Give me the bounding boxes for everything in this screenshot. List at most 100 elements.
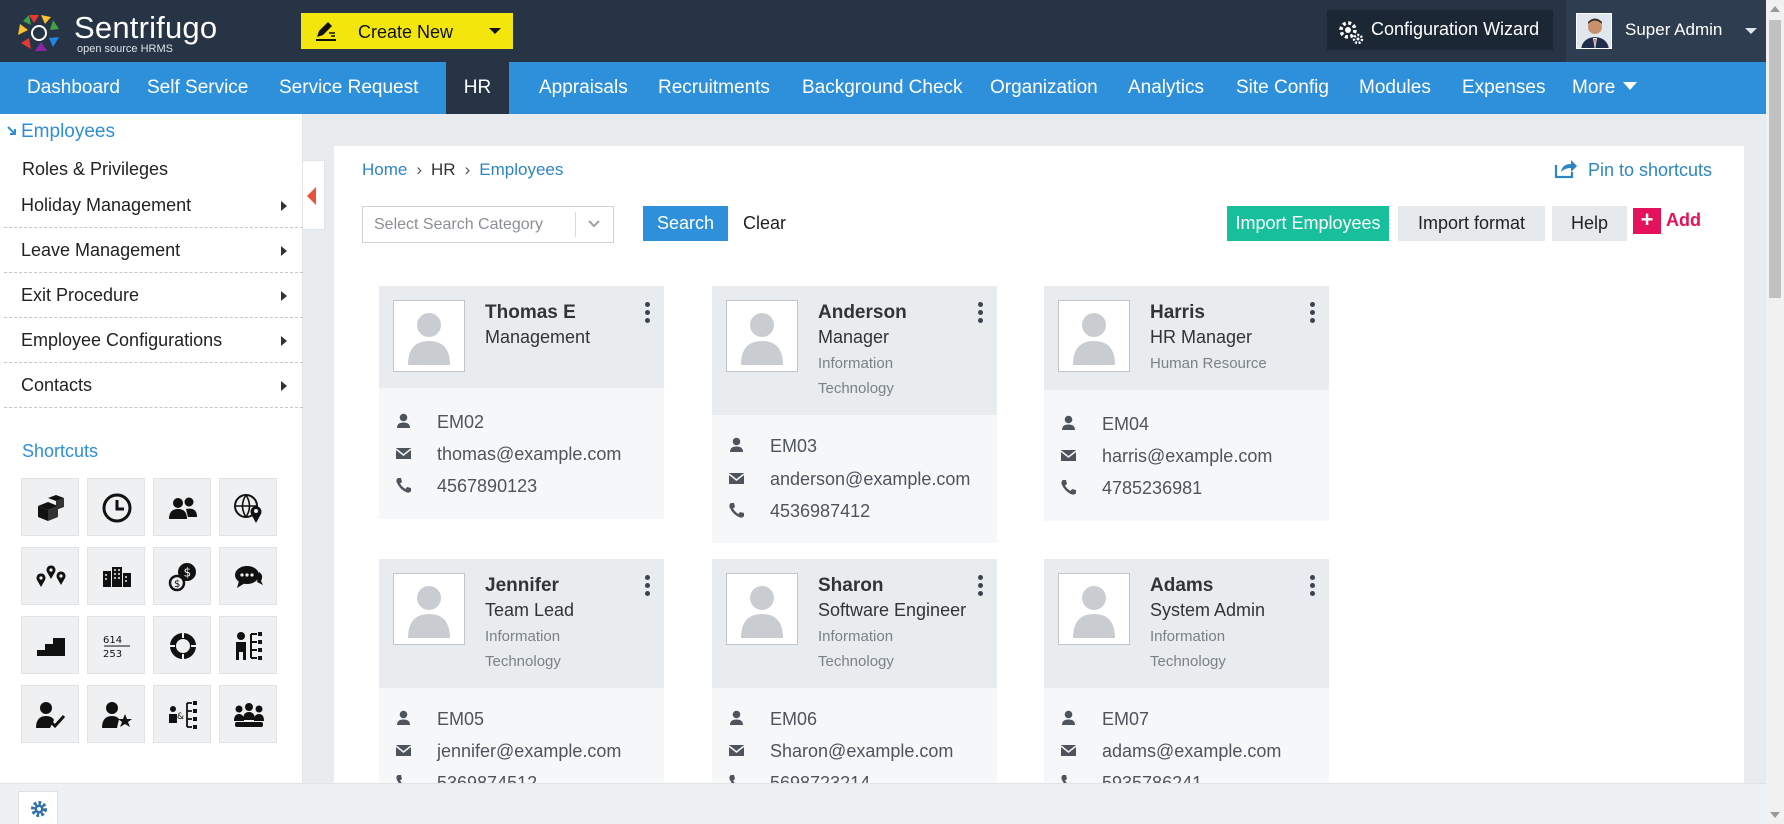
breadcrumb-home[interactable]: Home bbox=[362, 160, 407, 179]
employee-name[interactable]: Harris bbox=[1150, 302, 1205, 324]
card-menu-icon[interactable] bbox=[1310, 302, 1316, 324]
sidebar-item-roles-privileges[interactable]: Roles & Privileges bbox=[22, 159, 168, 180]
envelope-icon bbox=[395, 448, 412, 459]
employee-card[interactable]: Harris HR Manager Human Resource EM04 ha… bbox=[1044, 286, 1329, 521]
shortcut-locations[interactable] bbox=[219, 478, 277, 536]
create-new-button[interactable]: Create New bbox=[301, 13, 513, 49]
breadcrumb-employees[interactable]: Employees bbox=[479, 160, 563, 179]
shortcut-sites[interactable] bbox=[21, 547, 79, 605]
card-header: Thomas E Management bbox=[379, 286, 664, 388]
employee-name[interactable]: Sharon bbox=[818, 575, 883, 597]
help-button[interactable]: Help bbox=[1552, 206, 1627, 241]
nav-dashboard[interactable]: Dashboard bbox=[27, 62, 120, 114]
configuration-wizard-button[interactable]: Configuration Wizard bbox=[1327, 10, 1553, 50]
nav-appraisals[interactable]: Appraisals bbox=[539, 62, 628, 114]
user-icon bbox=[397, 710, 410, 725]
import-employees-button[interactable]: Import Employees bbox=[1227, 206, 1389, 241]
nav-recruitments[interactable]: Recruitments bbox=[658, 62, 770, 114]
search-category-select[interactable]: Select Search Category bbox=[362, 206, 614, 243]
shortcut-approvals[interactable] bbox=[21, 685, 79, 743]
employee-id: EM04 bbox=[1102, 414, 1150, 434]
nav-analytics[interactable]: Analytics bbox=[1128, 62, 1204, 114]
employee-email[interactable]: thomas@example.com bbox=[437, 444, 621, 465]
card-menu-icon[interactable] bbox=[645, 575, 651, 597]
employee-name[interactable]: Anderson bbox=[818, 302, 907, 324]
user-star-icon bbox=[102, 702, 132, 728]
nav-more[interactable]: More bbox=[1572, 62, 1615, 114]
employee-card[interactable]: Anderson Manager Information Technology … bbox=[712, 286, 997, 543]
avatar bbox=[1576, 13, 1612, 49]
sidebar-collapse-toggle[interactable] bbox=[303, 160, 325, 230]
employee-department: Information Technology bbox=[818, 355, 894, 397]
import-format-button[interactable]: Import format bbox=[1398, 206, 1545, 241]
sidebar-item-contacts[interactable]: Contacts bbox=[4, 363, 303, 408]
clear-button[interactable]: Clear bbox=[743, 206, 786, 241]
nav-service-request[interactable]: Service Request bbox=[279, 62, 418, 114]
pin-to-shortcuts-label: Pin to shortcuts bbox=[1588, 160, 1713, 180]
nav-organization[interactable]: Organization bbox=[990, 62, 1098, 114]
arrow-down-right-icon bbox=[7, 126, 16, 135]
card-menu-icon[interactable] bbox=[978, 302, 984, 324]
shortcut-targets[interactable] bbox=[153, 616, 211, 674]
shortcut-levels[interactable] bbox=[21, 616, 79, 674]
shortcut-packages[interactable] bbox=[21, 478, 79, 536]
nav-site-config[interactable]: Site Config bbox=[1236, 62, 1329, 114]
employee-card[interactable]: Thomas E Management EM02 thomas@example.… bbox=[379, 286, 664, 519]
card-menu-icon[interactable] bbox=[978, 575, 984, 597]
nav-self-service[interactable]: Self Service bbox=[147, 62, 248, 114]
search-category-placeholder: Select Search Category bbox=[374, 216, 543, 233]
employee-email[interactable]: Sharon@example.com bbox=[770, 741, 953, 762]
sidebar-item-holiday-management[interactable]: Holiday Management bbox=[4, 183, 303, 228]
breadcrumb-hr[interactable]: HR bbox=[431, 160, 456, 179]
shortcut-expenses[interactable]: $ $ bbox=[153, 547, 211, 605]
employee-id: EM06 bbox=[770, 709, 818, 729]
employee-email[interactable]: adams@example.com bbox=[1102, 741, 1281, 762]
envelope-icon bbox=[1060, 745, 1077, 756]
search-button[interactable]: Search bbox=[643, 206, 728, 241]
employee-email[interactable]: harris@example.com bbox=[1102, 446, 1272, 467]
shortcut-hierarchy[interactable]: & bbox=[153, 685, 211, 743]
brand-logo[interactable]: Sentrifugo open source HRMS bbox=[15, 10, 245, 56]
shortcut-org-chart[interactable] bbox=[219, 616, 277, 674]
sidebar-item-employees[interactable]: Employees bbox=[7, 121, 115, 143]
envelope-icon bbox=[1060, 450, 1077, 461]
nav-expenses[interactable]: Expenses bbox=[1462, 62, 1545, 114]
sidebar-item-leave-management[interactable]: Leave Management bbox=[4, 228, 303, 273]
scroll-down-arrow-icon[interactable] bbox=[1770, 812, 1780, 818]
settings-button[interactable] bbox=[18, 791, 58, 824]
card-header: Sharon Software Engineer Information Tec… bbox=[712, 559, 997, 688]
nav-modules[interactable]: Modules bbox=[1359, 62, 1431, 114]
scrollbar-thumb[interactable] bbox=[1769, 20, 1781, 298]
employee-name[interactable]: Thomas E bbox=[485, 302, 576, 324]
employee-role: Manager bbox=[818, 327, 890, 347]
shortcut-performance[interactable] bbox=[87, 685, 145, 743]
configuration-wizard-label: Configuration Wizard bbox=[1371, 19, 1540, 39]
employee-email[interactable]: jennifer@example.com bbox=[437, 741, 621, 762]
user-icon bbox=[1062, 415, 1075, 430]
shortcut-feedback[interactable] bbox=[219, 547, 277, 605]
scroll-up-arrow-icon[interactable] bbox=[1770, 6, 1780, 12]
sidebar-item-exit-procedure[interactable]: Exit Procedure bbox=[4, 273, 303, 318]
chat-bubbles-icon bbox=[235, 566, 263, 588]
user-menu[interactable]: Super Admin bbox=[1566, 0, 1766, 62]
team-icon bbox=[234, 703, 264, 727]
shortcut-teams[interactable] bbox=[219, 685, 277, 743]
svg-text:$: $ bbox=[184, 566, 192, 580]
card-menu-icon[interactable] bbox=[645, 302, 651, 324]
employee-role: System Admin bbox=[1150, 600, 1266, 620]
nav-hr[interactable]: HR bbox=[446, 62, 509, 114]
employee-email[interactable]: anderson@example.com bbox=[770, 469, 970, 490]
user-name: Super Admin bbox=[1625, 20, 1723, 39]
shortcut-numbers[interactable]: 614 253 bbox=[87, 616, 145, 674]
employee-name[interactable]: Jennifer bbox=[485, 575, 559, 597]
shortcut-business-units[interactable] bbox=[87, 547, 145, 605]
svg-text:614: 614 bbox=[103, 635, 122, 646]
card-menu-icon[interactable] bbox=[1310, 575, 1316, 597]
vertical-scrollbar[interactable] bbox=[1766, 0, 1784, 824]
sidebar-item-employee-configurations[interactable]: Employee Configurations bbox=[4, 318, 303, 363]
shortcut-employees[interactable] bbox=[153, 478, 211, 536]
employee-photo bbox=[726, 300, 798, 372]
nav-background-check[interactable]: Background Check bbox=[802, 62, 963, 114]
employee-name[interactable]: Adams bbox=[1150, 575, 1213, 597]
shortcut-attendance[interactable] bbox=[87, 478, 145, 536]
